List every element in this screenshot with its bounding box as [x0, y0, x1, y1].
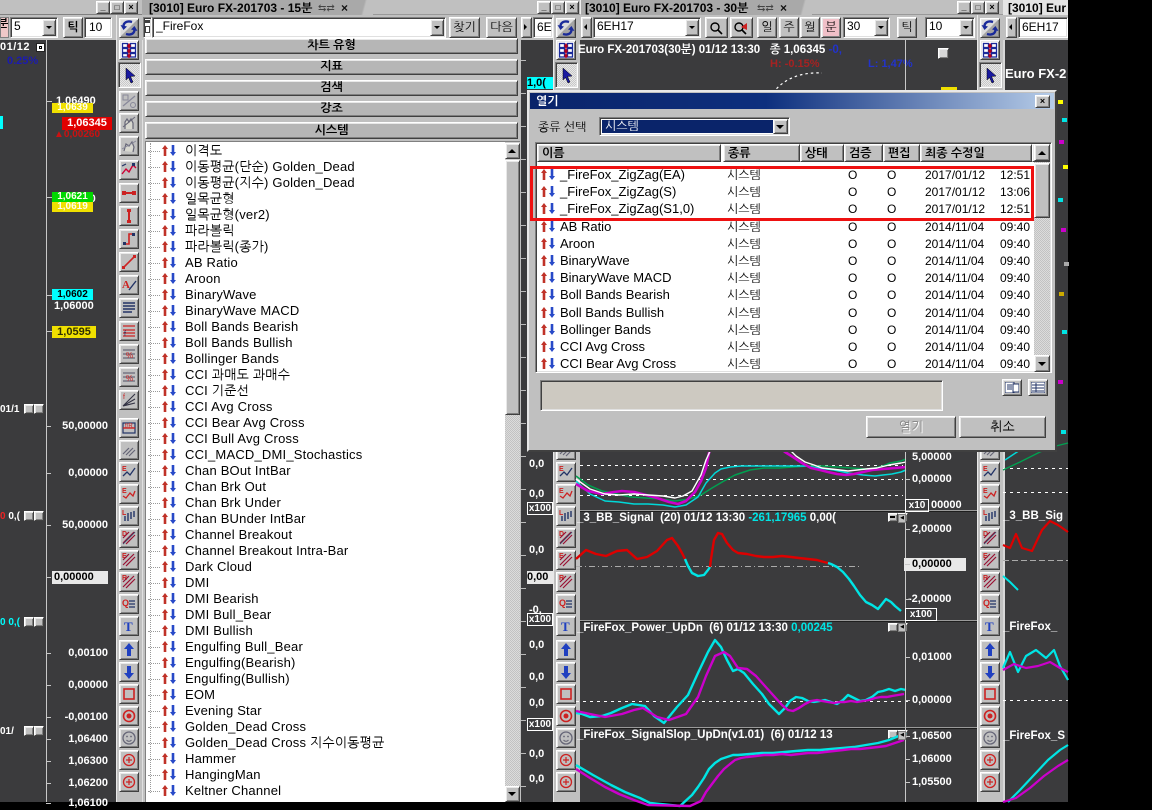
svg-text:L: L [122, 510, 127, 517]
svg-text:Q: Q [122, 598, 129, 608]
svg-text:T: T [561, 619, 570, 634]
svg-text:f: f [124, 331, 126, 338]
svg-text:E: E [983, 488, 988, 495]
svg-text:Q: Q [559, 598, 566, 608]
svg-text:T: T [124, 619, 133, 634]
svg-text:Q: Q [983, 598, 990, 608]
svg-text:L: L [983, 510, 988, 517]
svg-text:E: E [559, 488, 564, 495]
svg-text:L: L [559, 510, 564, 517]
svg-text:f/R: f/R [125, 424, 133, 430]
svg-text:%: % [126, 374, 133, 383]
svg-text:%: % [126, 351, 133, 360]
svg-text:E: E [122, 488, 127, 495]
svg-text:f: f [123, 394, 125, 401]
svg-text:T: T [985, 619, 994, 634]
